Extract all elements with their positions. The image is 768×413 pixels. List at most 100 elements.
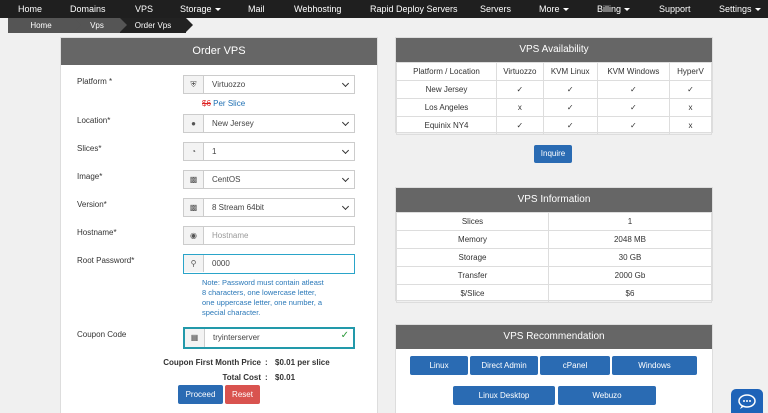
slices-select[interactable]: ◔ 1 <box>183 142 355 161</box>
information-table: Slices 1 Memory 2048 MB Storage 30 GB Trans… <box>396 212 712 303</box>
nav-home-label: Home <box>18 4 43 14</box>
nav-settings[interactable]: Settings <box>719 0 761 18</box>
reset-button[interactable]: Reset <box>225 385 260 404</box>
information-title: VPS Information <box>396 188 712 212</box>
nav-rapid-deploy-servers[interactable]: Rapid Deploy Servers <box>370 0 458 18</box>
nav-settings-label: Settings <box>719 4 752 14</box>
platform-label: Platform * <box>77 77 113 86</box>
location-cell: Los Angeles <box>396 98 497 117</box>
nav-servers[interactable]: Servers <box>480 0 511 18</box>
nav-storage[interactable]: Storage <box>180 0 221 18</box>
coupon-input[interactable]: ▦ tryinterserver ✓ <box>183 327 355 349</box>
nav-domains-label: Domains <box>70 4 106 14</box>
image-label: Image* <box>77 172 103 181</box>
nav-more-label: More <box>539 4 560 14</box>
direct-admin-button[interactable]: Direct Admin <box>470 356 538 375</box>
version-select[interactable]: ▩ 8 Stream 64bit <box>183 198 355 217</box>
availability-title: VPS Availability <box>396 38 712 62</box>
nav-storage-label: Storage <box>180 4 212 14</box>
chevron-down-icon <box>341 79 350 88</box>
check-icon: ✓ <box>596 80 671 99</box>
nav-more[interactable]: More <box>539 0 569 18</box>
globe-icon: ◉ <box>184 227 204 244</box>
nav-home[interactable]: Home <box>18 0 42 18</box>
image-select[interactable]: ▩ CentOS <box>183 170 355 189</box>
nav-webhosting[interactable]: Webhosting <box>294 0 341 18</box>
coupon-label: Coupon Code <box>77 330 127 339</box>
info-key: $/Slice <box>396 284 549 303</box>
nav-vps[interactable]: VPS <box>135 0 153 18</box>
check-icon: ✓ <box>542 116 598 135</box>
info-value: 2048 MB <box>548 230 712 249</box>
availability-table: Platform / Location Virtuozzo KVM Linux … <box>396 62 712 135</box>
nav-billing-label: Billing <box>597 4 622 14</box>
nav-vps-label: VPS <box>135 4 154 14</box>
webuzo-button[interactable]: Webuzo <box>558 386 656 405</box>
linux-button[interactable]: Linux <box>410 356 468 375</box>
check-icon: ✓ <box>496 116 544 135</box>
password-note-line: special character. <box>202 308 261 317</box>
password-note-line: one uppercase letter, one number, a <box>202 298 323 307</box>
check-icon: ✓ <box>496 80 544 99</box>
coupon-price-label: Coupon First Month Price <box>163 358 261 367</box>
windows-button[interactable]: Windows <box>612 356 697 375</box>
location-label: Location* <box>77 116 111 125</box>
table-row: Los Angeles x ✓ ✓ x <box>396 98 712 117</box>
nav-rapid-deploy-label: Rapid Deploy Servers <box>370 4 458 14</box>
platform-value: Virtuozzo <box>212 80 246 89</box>
barcode-icon: ▦ <box>185 329 205 347</box>
check-icon: ✓ <box>542 98 598 117</box>
info-value: 2000 Gb <box>548 266 712 285</box>
caret-down-icon <box>214 8 221 12</box>
key-icon: ⚲ <box>184 255 204 272</box>
nav-support[interactable]: Support <box>659 0 691 18</box>
info-key: Storage <box>396 248 549 267</box>
cross-icon: x <box>669 98 712 117</box>
info-key: Memory <box>396 230 549 249</box>
nav-billing[interactable]: Billing <box>597 0 631 18</box>
coupon-price-value: $0.01 per slice <box>275 358 330 367</box>
info-key: Transfer <box>396 266 549 285</box>
password-note: Note: Password must contain atleast 8 ch… <box>202 278 372 318</box>
column-header: Platform / Location <box>396 62 497 81</box>
shield-icon: ⛨ <box>184 76 204 93</box>
table-row: Equinix NY4 ✓ ✓ ✓ x <box>396 116 712 135</box>
cross-icon: x <box>669 116 712 135</box>
nav-mail[interactable]: Mail <box>248 0 265 18</box>
location-select[interactable]: ● New Jersey <box>183 114 355 133</box>
check-icon: ✓ <box>596 116 671 135</box>
linux-desktop-button[interactable]: Linux Desktop <box>453 386 555 405</box>
cross-icon: x <box>496 98 544 117</box>
top-nav: Home Domains VPS Storage Mail Webhosting… <box>0 0 768 18</box>
nav-servers-label: Servers <box>480 4 512 14</box>
root-password-value: 0000 <box>212 259 230 268</box>
platform-select[interactable]: ⛨ Virtuozzo <box>183 75 355 94</box>
check-icon: ✓ <box>340 330 349 341</box>
chat-button[interactable] <box>731 389 763 413</box>
caret-down-icon <box>624 8 631 12</box>
cpanel-button[interactable]: cPanel <box>540 356 610 375</box>
root-password-input[interactable]: ⚲ 0000 <box>183 254 355 274</box>
inquire-button[interactable]: Inquire <box>534 145 572 163</box>
table-header-row: Platform / Location Virtuozzo KVM Linux … <box>396 62 712 81</box>
proceed-button[interactable]: Proceed <box>178 385 223 404</box>
nav-webhosting-label: Webhosting <box>294 4 342 14</box>
chat-icon <box>738 394 756 409</box>
nav-domains[interactable]: Domains <box>70 0 106 18</box>
table-row: Slices 1 <box>396 212 712 231</box>
nav-mail-label: Mail <box>248 4 265 14</box>
old-price: $6 <box>202 99 211 108</box>
slices-value: 1 <box>212 147 217 156</box>
breadcrumb-order-vps: Order Vps <box>120 18 193 33</box>
info-value: $6 <box>548 284 712 303</box>
hostname-input[interactable]: ◉ Hostname <box>183 226 355 245</box>
slices-label: Slices* <box>77 144 102 153</box>
column-header: KVM Linux <box>542 62 598 81</box>
breadcrumb-home[interactable]: Home <box>8 18 81 33</box>
table-row: $/Slice $6 <box>396 284 712 303</box>
recommendation-title: VPS Recommendation <box>396 325 712 349</box>
order-vps-title: Order VPS <box>61 38 377 65</box>
location-cell: Equinix NY4 <box>396 116 497 135</box>
table-row: Memory 2048 MB <box>396 230 712 249</box>
order-vps-panel: Order VPS Platform * ⛨ Virtuozzo $6 Per … <box>60 37 378 413</box>
